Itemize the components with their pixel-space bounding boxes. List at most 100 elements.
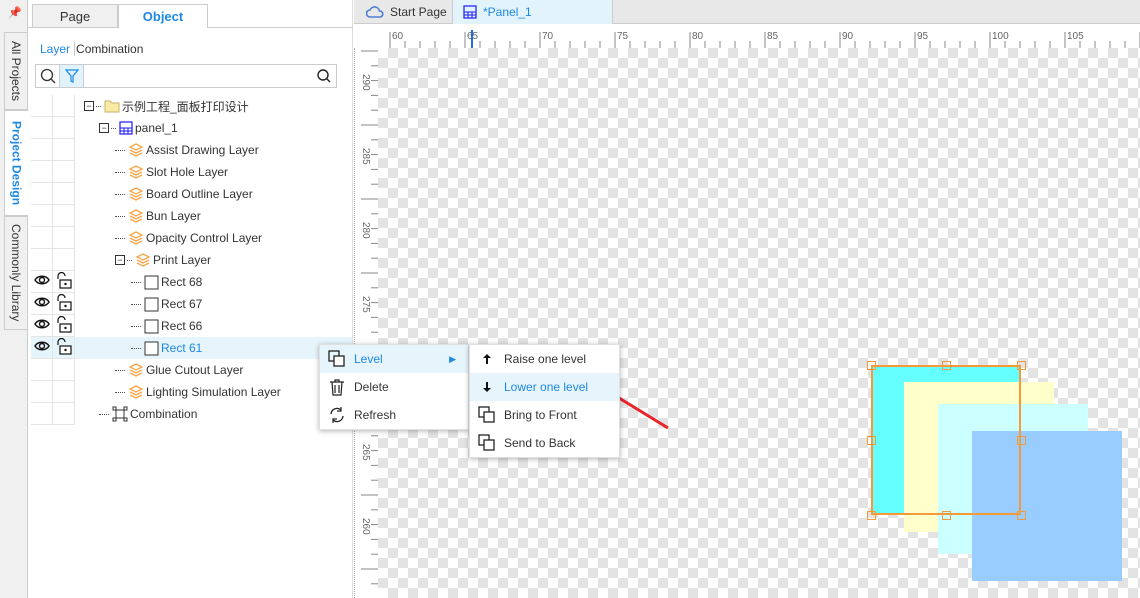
- tree-item-lighting-simulation-layer[interactable]: Lighting Simulation Layer: [31, 381, 352, 403]
- lock-toggle[interactable]: [53, 359, 75, 381]
- layer-icon: [128, 230, 144, 246]
- visibility-toggle[interactable]: [31, 249, 53, 271]
- tree-item-rect-66[interactable]: Rect 66: [31, 315, 352, 337]
- lock-toggle[interactable]: [53, 139, 75, 161]
- resize-handle[interactable]: [942, 361, 951, 370]
- lock-toggle[interactable]: [53, 315, 75, 337]
- tree-item-rect-67[interactable]: Rect 67: [31, 293, 352, 315]
- tab-panel-1[interactable]: *Panel_1: [453, 0, 613, 24]
- resize-handle[interactable]: [1017, 511, 1026, 520]
- menu-item-lower-one-level[interactable]: Lower one level: [470, 373, 619, 401]
- tree-item-bun-layer[interactable]: Bun Layer: [31, 205, 352, 227]
- visibility-toggle[interactable]: [31, 117, 53, 139]
- chevron-right-icon: ▶: [449, 353, 456, 364]
- side-tab-commonly-library[interactable]: Commonly Library: [4, 216, 28, 330]
- tree-line: [115, 369, 125, 371]
- side-tab-project-design[interactable]: Project Design: [4, 110, 28, 216]
- resize-handle[interactable]: [867, 511, 876, 520]
- search-icon[interactable]: [36, 65, 60, 87]
- lock-toggle[interactable]: [53, 117, 75, 139]
- tree-line: [131, 303, 141, 305]
- visibility-toggle[interactable]: [31, 139, 53, 161]
- tree-item-print-layer[interactable]: − Print Layer: [31, 249, 352, 271]
- lock-toggle[interactable]: [53, 381, 75, 403]
- tree-item-assist-drawing-layer[interactable]: Assist Drawing Layer: [31, 139, 352, 161]
- resize-handle[interactable]: [867, 436, 876, 445]
- trash-icon: [328, 378, 346, 396]
- pin-icon[interactable]: 📌: [8, 6, 22, 19]
- collapse-icon[interactable]: −: [84, 101, 94, 111]
- tree-item-rect-68[interactable]: Rect 68: [31, 271, 352, 293]
- tab-page[interactable]: Page: [32, 4, 118, 28]
- lock-toggle[interactable]: [53, 249, 75, 271]
- side-strip: 📌 All Projects Project Design Commonly L…: [0, 0, 28, 598]
- visibility-toggle[interactable]: [31, 381, 53, 403]
- tree-item-glue-cutout-layer[interactable]: Glue Cutout Layer: [31, 359, 352, 381]
- ruler-label: 285: [360, 148, 371, 165]
- menu-item-bring-to-front[interactable]: Bring to Front: [470, 401, 619, 429]
- tree-item-opacity-control-layer[interactable]: Opacity Control Layer: [31, 227, 352, 249]
- tab-object[interactable]: Object: [118, 4, 208, 28]
- ruler-label: 100: [992, 31, 1009, 42]
- side-tab-all-projects[interactable]: All Projects: [4, 32, 28, 110]
- visibility-toggle[interactable]: [31, 315, 53, 337]
- resize-handle[interactable]: [1017, 361, 1026, 370]
- panel-icon: [463, 5, 477, 19]
- lock-toggle[interactable]: [53, 95, 75, 117]
- lock-toggle[interactable]: [53, 271, 75, 293]
- menu-item-raise-one-level[interactable]: Raise one level: [470, 345, 619, 373]
- tree-item-slot-hole-layer[interactable]: Slot Hole Layer: [31, 161, 352, 183]
- search-submit-icon[interactable]: [312, 65, 336, 87]
- filter-icon[interactable]: [60, 65, 84, 87]
- ruler-label: 80: [692, 31, 704, 42]
- layer-icon: [128, 208, 144, 224]
- collapse-icon[interactable]: −: [99, 123, 109, 133]
- visibility-toggle[interactable]: [31, 183, 53, 205]
- level-icon: [328, 350, 346, 368]
- object-panel: Page Object Layer Combination − 示例工程_面板打印设…: [28, 0, 353, 598]
- visibility-toggle[interactable]: [31, 337, 53, 359]
- menu-item-label: Bring to Front: [504, 408, 577, 422]
- visibility-toggle[interactable]: [31, 95, 53, 117]
- tree-item-item[interactable]: − 示例工程_面板打印设计: [31, 95, 352, 117]
- tree-item-combination[interactable]: Combination: [31, 403, 352, 425]
- resize-handle[interactable]: [942, 511, 951, 520]
- lock-toggle[interactable]: [53, 227, 75, 249]
- unlock-icon: [56, 337, 72, 358]
- lock-toggle[interactable]: [53, 293, 75, 315]
- tree-item-panel-1[interactable]: − panel_1: [31, 117, 352, 139]
- visibility-toggle[interactable]: [31, 293, 53, 315]
- tree-item-rect-61[interactable]: Rect 61: [31, 337, 352, 359]
- design-canvas[interactable]: [378, 48, 1140, 598]
- menu-item-level[interactable]: Level ▶: [320, 345, 468, 373]
- lock-toggle[interactable]: [53, 183, 75, 205]
- resize-handle[interactable]: [867, 361, 876, 370]
- menu-item-send-to-back[interactable]: Send to Back: [470, 429, 619, 457]
- menu-item-label: Delete: [354, 380, 389, 394]
- lock-toggle[interactable]: [53, 161, 75, 183]
- menu-item-refresh[interactable]: Refresh: [320, 401, 468, 429]
- panel-icon: [119, 121, 133, 135]
- visibility-toggle[interactable]: [31, 161, 53, 183]
- tab-start-page[interactable]: Start Page: [354, 0, 453, 24]
- visibility-toggle[interactable]: [31, 271, 53, 293]
- ruler-label: 90: [842, 31, 854, 42]
- search-input[interactable]: [84, 65, 312, 87]
- tree-item-label: Rect 68: [161, 275, 203, 289]
- lock-toggle[interactable]: [53, 337, 75, 359]
- subtab-layer[interactable]: Layer: [40, 42, 70, 56]
- subtab-combination[interactable]: Combination: [74, 42, 144, 56]
- visibility-toggle[interactable]: [31, 403, 53, 425]
- visibility-toggle[interactable]: [31, 205, 53, 227]
- visibility-toggle[interactable]: [31, 227, 53, 249]
- menu-item-label: Send to Back: [504, 436, 576, 450]
- lock-toggle[interactable]: [53, 205, 75, 227]
- menu-item-delete[interactable]: Delete: [320, 373, 468, 401]
- ruler-label: 70: [542, 31, 554, 42]
- visibility-toggle[interactable]: [31, 359, 53, 381]
- lock-toggle[interactable]: [53, 403, 75, 425]
- eye-icon: [33, 318, 50, 333]
- resize-handle[interactable]: [1017, 436, 1026, 445]
- collapse-icon[interactable]: −: [115, 255, 125, 265]
- tree-item-board-outline-layer[interactable]: Board Outline Layer: [31, 183, 352, 205]
